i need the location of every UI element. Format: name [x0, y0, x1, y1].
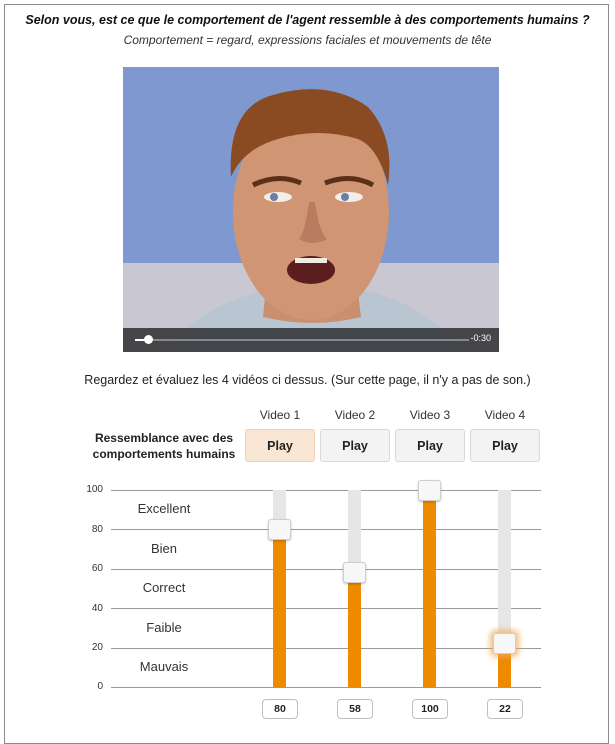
- scale-gridline: [111, 608, 541, 609]
- rating-row-label-line2: comportements humains: [92, 447, 236, 461]
- slider-video-2-fill: [348, 572, 361, 687]
- video-seek-track[interactable]: [135, 339, 469, 341]
- scale-tick-label: 0: [97, 681, 103, 692]
- video-seek-handle[interactable]: [143, 335, 153, 344]
- rating-row-label: Ressemblance avec des comportements huma…: [80, 430, 248, 462]
- play-video-4-button[interactable]: Play: [470, 429, 540, 462]
- video-player[interactable]: -0:30: [123, 67, 499, 352]
- slider-video-2-track[interactable]: [348, 490, 361, 687]
- band-label-correct: Correct: [142, 580, 186, 595]
- slider-video-1-fill: [273, 529, 286, 687]
- slider-video-4-handle[interactable]: [493, 633, 516, 655]
- band-label-bien: Bien: [150, 541, 178, 556]
- band-label-mauvais: Mauvais: [139, 659, 189, 674]
- scale-gridline: [111, 569, 541, 570]
- slider-video-1-handle[interactable]: [268, 518, 291, 540]
- slider-video-3-handle[interactable]: [418, 479, 441, 501]
- scale-tick-label: 60: [91, 563, 103, 574]
- scale-gridline: [111, 687, 541, 688]
- video-2-value: 58: [337, 699, 373, 719]
- scale-tick-label: 100: [86, 484, 103, 495]
- question-text: Selon vous, est ce que le comportement d…: [25, 13, 590, 27]
- question-subtitle: Comportement = regard, expressions facia…: [123, 33, 492, 47]
- scale-tick-label: 80: [91, 524, 103, 535]
- play-video-1-button[interactable]: Play: [245, 429, 315, 462]
- video-1-label: Video 1: [259, 408, 301, 422]
- slider-video-4-track[interactable]: [498, 490, 511, 687]
- band-label-excellent: Excellent: [137, 501, 191, 516]
- scale-gridline: [111, 490, 541, 491]
- video-2-label: Video 2: [334, 408, 376, 422]
- video-time-remaining: -0:30: [470, 333, 491, 343]
- rating-row-label-line1: Ressemblance avec des: [94, 431, 234, 445]
- scale-tick-label: 40: [91, 603, 103, 614]
- video-4-label: Video 4: [484, 408, 526, 422]
- avatar-face-image: [123, 67, 499, 352]
- video-controls-bar: -0:30: [123, 328, 499, 352]
- video-3-label: Video 3: [409, 408, 451, 422]
- band-label-faible: Faible: [146, 620, 182, 635]
- scale-tick-label: 20: [91, 642, 103, 653]
- play-video-2-button[interactable]: Play: [320, 429, 390, 462]
- video-1-value: 80: [262, 699, 298, 719]
- slider-video-3-fill: [423, 490, 436, 687]
- video-3-value: 100: [412, 699, 448, 719]
- play-video-3-button[interactable]: Play: [395, 429, 465, 462]
- video-4-value: 22: [487, 699, 523, 719]
- instructions-text: Regardez et évaluez les 4 vidéos ci dess…: [84, 373, 531, 387]
- scale-gridline: [111, 648, 541, 649]
- slider-video-2-handle[interactable]: [343, 562, 366, 584]
- scale-gridline: [111, 529, 541, 530]
- slider-video-3-track[interactable]: [423, 490, 436, 687]
